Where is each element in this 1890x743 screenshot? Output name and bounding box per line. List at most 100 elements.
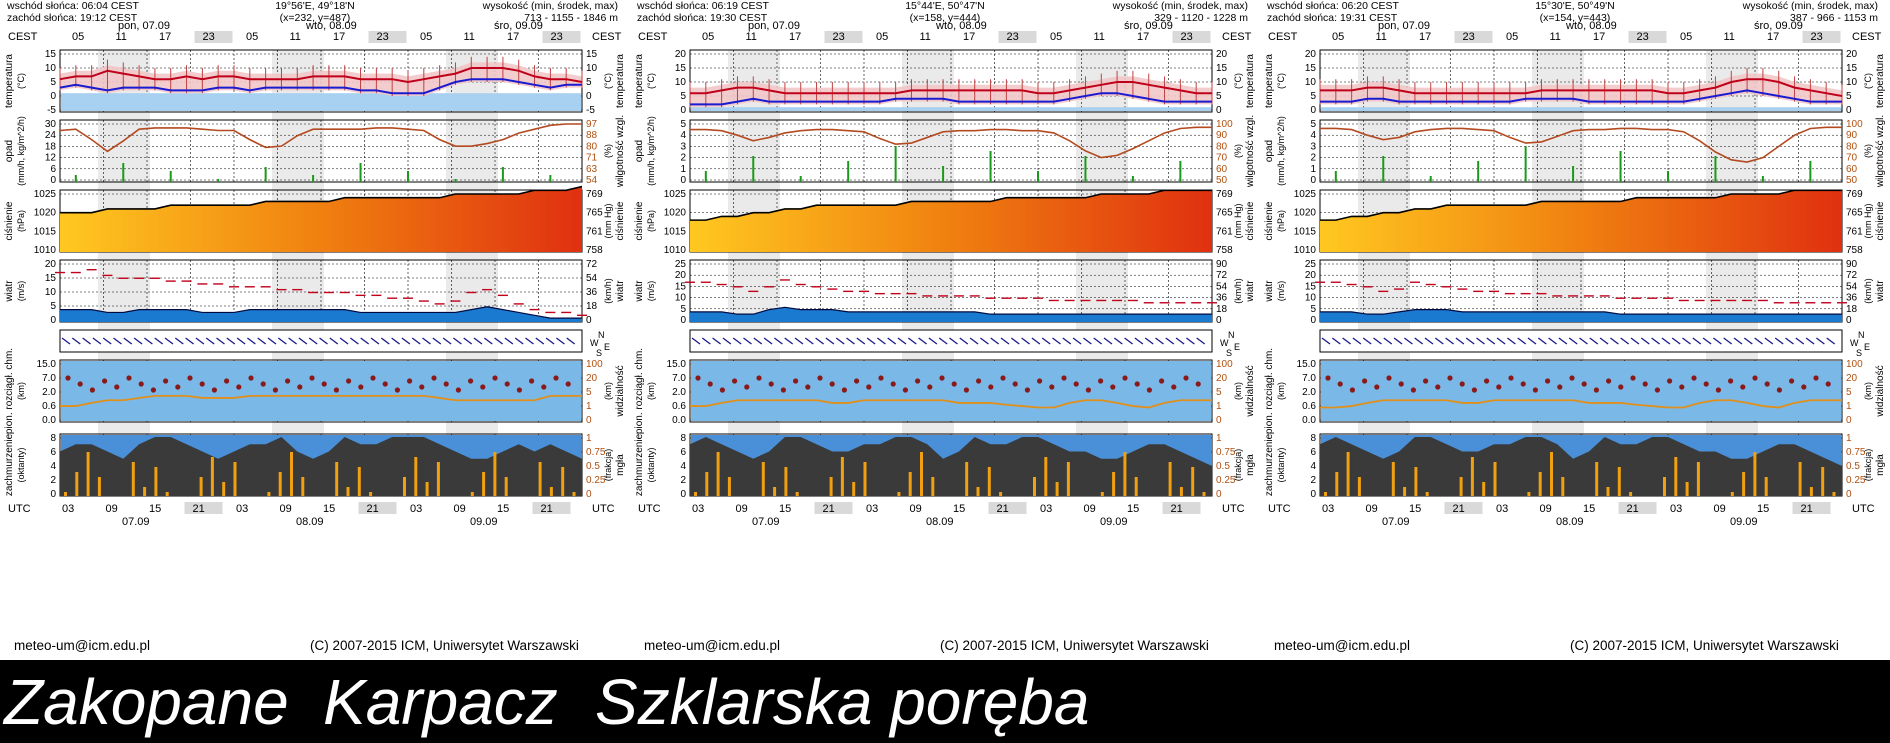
fog-bar: [1753, 452, 1757, 496]
fog-bar: [131, 462, 135, 496]
cloud-base-dot: [915, 378, 921, 384]
hour-label-top: 11: [1724, 31, 1735, 43]
axis-unit-left: (m/s): [1276, 281, 1286, 302]
fog-bar: [1134, 477, 1138, 496]
rain-bar: [752, 156, 755, 182]
tick-label-left: 15.0: [667, 359, 687, 370]
tick-label-left: 0.6: [1302, 401, 1316, 412]
tick-label-left: 4: [680, 130, 686, 141]
tick-label-right: 0: [1846, 489, 1852, 500]
tick-label-right: 5: [1846, 387, 1852, 398]
tick-label-left: 1025: [34, 189, 57, 200]
tick-label-left: 3: [680, 141, 686, 152]
rain-bar: [312, 175, 315, 182]
rain-bar: [264, 167, 267, 182]
day-label-top: wto, 08.09: [1565, 20, 1617, 32]
cest-label-right: CEST: [1852, 31, 1882, 43]
cloud-base-dot: [878, 375, 884, 381]
cloud-base-dot: [285, 378, 291, 384]
hour-label-top: 05: [1050, 31, 1062, 43]
hour-label-bottom: 03: [1040, 503, 1052, 515]
hour-label-bottom: 15: [1127, 503, 1139, 515]
axis-unit-right: (km): [1233, 382, 1243, 400]
fog-bar: [999, 492, 1003, 496]
axis-unit-right: (°C): [1233, 73, 1243, 89]
fog-bar: [1123, 452, 1127, 496]
meteogram-collage: wschód słońca: 06:04 CEST zachód słońca:…: [0, 0, 1890, 743]
rain-bar: [1179, 161, 1182, 182]
fog-bar: [1527, 492, 1531, 496]
day-label-top: wto, 08.09: [305, 20, 357, 32]
axis-label-left: pion. rozciągł. chm.: [4, 348, 15, 434]
temp-cold-band: [691, 107, 1211, 111]
tick-label-right: 0: [1216, 415, 1222, 426]
tick-label-left: 15: [1305, 281, 1317, 292]
cloud-base-dot: [126, 375, 132, 381]
axis-unit-left: (m/s): [16, 281, 26, 302]
footer-email[interactable]: meteo-um@icm.edu.pl: [644, 638, 780, 653]
night-band: [1358, 50, 1410, 496]
cloud-base-dot: [1764, 381, 1770, 387]
rain-bar: [359, 163, 362, 182]
fog-bar: [1459, 477, 1463, 496]
hour-label-bottom: 15: [497, 503, 509, 515]
hour-label-top: 11: [116, 31, 127, 43]
axis-label-left: opad: [1264, 140, 1275, 162]
footer-email[interactable]: meteo-um@icm.edu.pl: [1274, 638, 1410, 653]
tick-label-right: 0: [586, 415, 592, 426]
tick-label-right: 765: [586, 208, 603, 219]
fog-bar: [1742, 472, 1746, 496]
footer-email[interactable]: meteo-um@icm.edu.pl: [14, 638, 150, 653]
axis-label-right: widzialność: [1245, 365, 1256, 417]
compass-s: S: [1226, 348, 1232, 358]
cloud-base-dot: [1801, 384, 1807, 390]
fog-bar: [1112, 472, 1116, 496]
hour-label-top: 23: [203, 31, 215, 43]
cloud-base-dot: [1618, 384, 1624, 390]
tick-label-left: 0: [680, 489, 686, 500]
hour-label-bottom: 09: [1366, 503, 1378, 515]
tick-label-left: 1015: [34, 226, 57, 237]
tick-label-right: 1: [1846, 401, 1852, 412]
cloud-base-dot: [370, 375, 376, 381]
tick-label-left: 0.0: [672, 415, 686, 426]
fog-bar: [267, 492, 271, 496]
tick-label-right: 1: [586, 433, 592, 444]
day-label-bottom: 07.09: [122, 516, 150, 528]
utc-label-left: UTC: [638, 503, 661, 515]
compass-s: S: [1856, 348, 1862, 358]
cloud-base-dot: [565, 381, 571, 387]
axis-label-right: wiatr: [1875, 280, 1886, 303]
hour-label-top: 11: [1094, 31, 1105, 43]
hour-label-top: 11: [1376, 31, 1387, 43]
tick-label-left: 15: [45, 273, 57, 284]
hour-label-bottom: 03: [236, 503, 248, 515]
axis-unit-left: (mm/h, kg/m^2/h): [16, 116, 26, 186]
tick-label-right: 20: [1846, 373, 1858, 384]
fog-bar: [840, 457, 844, 496]
cloud-base-dot: [407, 378, 413, 384]
tick-label-right: 90: [1216, 259, 1228, 270]
compass-e: E: [1864, 342, 1870, 352]
meteogram-chart: CEST CESTpon, 07.09 wto, 08.09 śro, 09.0905…: [4, 20, 626, 528]
cloud-base-dot: [1813, 375, 1819, 381]
tick-label-left: 4: [1310, 461, 1316, 472]
tick-label-left: 5: [680, 304, 686, 315]
hour-label-bottom: 09: [910, 503, 922, 515]
tick-label-right: -5: [586, 105, 595, 116]
compass-n: N: [598, 330, 605, 340]
tick-label-left: 1015: [664, 226, 687, 237]
fog-bar: [561, 467, 565, 496]
night-band: [902, 50, 954, 496]
compass-e: E: [1234, 342, 1240, 352]
cloud-base-dot: [248, 375, 254, 381]
fog-bar: [761, 462, 765, 496]
tick-label-right: 100: [1216, 119, 1233, 130]
fog-bar: [1033, 477, 1036, 496]
axis-unit-right: (km/h): [603, 278, 613, 304]
hour-label-bottom: 21: [997, 503, 1009, 515]
fog-bar: [143, 487, 147, 496]
night-band: [446, 50, 498, 496]
hour-label-bottom: 21: [1801, 503, 1813, 515]
cloud-base-dot: [890, 381, 896, 387]
